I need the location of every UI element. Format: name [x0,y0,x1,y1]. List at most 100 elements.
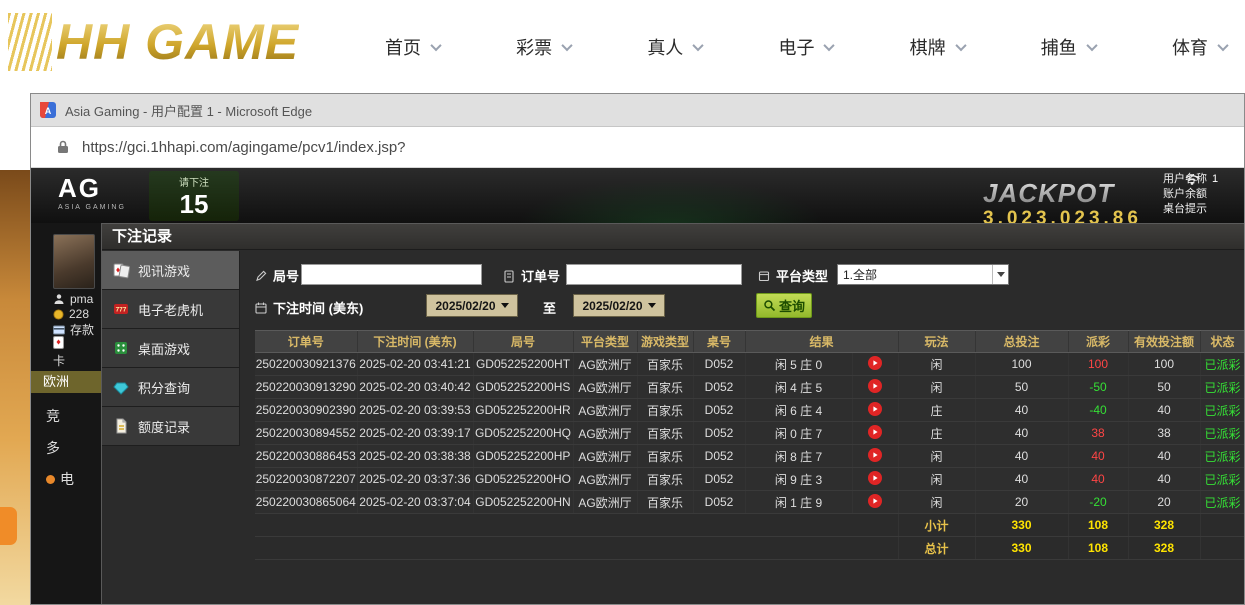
cell-game: 百家乐 [637,445,693,468]
total-bet: 330 [975,537,1068,560]
search-icon [763,299,776,312]
date-to-select[interactable]: 2025/02/20 [573,294,665,317]
edge-titlebar[interactable]: A Asia Gaming - 用户配置 1 - Microsoft Edge [31,94,1244,127]
play-icon[interactable] [868,402,882,416]
cell-bet: 20 [975,491,1068,514]
ag-logo-main: AG [58,175,126,201]
platform-type-value: 1.全部 [838,266,992,283]
nav-item-slots[interactable]: 电子 [778,34,833,60]
user-badge: 1 [1212,173,1218,185]
cell-status: 已派彩 [1200,353,1244,376]
cell-replay[interactable] [852,376,898,399]
play-icon[interactable] [868,356,882,370]
cell-play: 闲 [898,376,975,399]
nav-item-home[interactable]: 首页 [385,34,440,60]
sidebar-item-cards[interactable]: 卡 [53,352,65,369]
play-icon[interactable] [868,471,882,485]
cell-platform: AG欧洲厅 [573,445,637,468]
user-info-panel: 用户名称1 账户余额 桌台提示 [1163,172,1241,217]
floating-service-tab[interactable] [0,507,17,545]
play-icon[interactable] [868,379,882,393]
cell-game: 百家乐 [637,422,693,445]
nav-label: 体育 [1172,34,1208,60]
cell-game: 百家乐 [637,399,693,422]
menu-item-points-query[interactable]: 积分查询 [102,368,239,407]
sidebar-item-europe[interactable]: 欧洲 [31,371,101,393]
pencil-icon [254,269,268,283]
cell-replay[interactable] [852,399,898,422]
total-row: 总计 330 108 328 [255,537,1244,560]
cell-table: D052 [693,399,745,422]
table-row: 250220030921376 2025-02-20 03:41:21 GD05… [255,353,1244,376]
sidebar-item-jing[interactable]: 竞 [46,406,60,426]
cell-table: D052 [693,376,745,399]
triangle-down-icon [501,303,509,308]
cell-replay[interactable] [852,422,898,445]
sidebar-balance: 228 [53,307,89,321]
cell-replay[interactable] [852,491,898,514]
cell-valid: 40 [1128,445,1200,468]
play-icon[interactable] [868,494,882,508]
play-icon[interactable] [868,448,882,462]
cell-result: 闲 4 庄 5 [745,376,852,399]
cell-bet: 40 [975,468,1068,491]
round-number-input[interactable] [301,264,482,285]
query-button[interactable]: 查询 [756,293,812,318]
sidebar-item-dianzi[interactable]: 电 [46,469,74,489]
nav-label: 真人 [647,34,683,60]
order-number-label: 订单号 [502,266,560,285]
cell-time: 2025-02-20 03:40:42 [357,376,473,399]
col-valid: 有效投注额 [1128,331,1200,353]
cell-time: 2025-02-20 03:37:04 [357,491,473,514]
menu-item-slot-machines[interactable]: 777 电子老虎机 [102,290,239,329]
cell-replay[interactable] [852,445,898,468]
orange-dot-icon [46,475,55,484]
select-arrow[interactable] [992,265,1008,284]
nav-item-sports[interactable]: 体育 [1172,34,1227,60]
avatar [53,234,95,289]
slot-machine-icon: 777 [112,300,130,318]
table-row: 250220030913290 2025-02-20 03:40:42 GD05… [255,376,1244,399]
cell-table: D052 [693,491,745,514]
cell-order: 250220030886453 [255,445,357,468]
order-number-input[interactable] [566,264,742,285]
col-play: 玩法 [898,331,975,353]
cell-replay[interactable] [852,353,898,376]
url-text[interactable]: https://gci.1hhapi.com/agingame/pcv1/ind… [82,139,406,156]
play-icon[interactable] [868,425,882,439]
cell-payout: 38 [1068,422,1128,445]
triangle-down-icon [997,272,1005,277]
platform-type-select[interactable]: 1.全部 [837,264,1009,285]
panel-title: 下注记录 [102,224,1244,250]
col-status: 状态 [1200,331,1244,353]
menu-item-video-games[interactable]: 视讯游戏 [102,251,239,290]
chevron-down-icon [824,39,835,50]
cell-round: GD052252200HQ [473,422,573,445]
menu-item-table-games[interactable]: 桌面游戏 [102,329,239,368]
site-logo[interactable]: HH GAME [8,12,299,72]
menu-item-quota-records[interactable]: 额度记录 [102,407,239,446]
lock-icon[interactable] [55,139,71,155]
nav-label: 彩票 [516,34,552,60]
cell-payout: -50 [1068,376,1128,399]
nav-item-lottery[interactable]: 彩票 [516,34,571,60]
edge-urlbar[interactable]: https://gci.1hhapi.com/agingame/pcv1/ind… [31,127,1244,168]
date-from-select[interactable]: 2025/02/20 [426,294,518,317]
cell-play: 庄 [898,399,975,422]
cell-game: 百家乐 [637,491,693,514]
total-valid: 328 [1128,537,1200,560]
document-icon [112,417,130,435]
nav-item-chess[interactable]: 棋牌 [910,34,965,60]
sidebar-card-icon-row[interactable] [53,336,64,349]
table-body: 250220030921376 2025-02-20 03:41:21 GD05… [255,353,1244,560]
cell-round: GD052252200HS [473,376,573,399]
bet-countdown: 请下注 15 [149,171,239,221]
subtotal-row: 小计 330 108 328 [255,514,1244,537]
nav-item-live[interactable]: 真人 [647,34,702,60]
nav-item-fishing[interactable]: 捕鱼 [1041,34,1096,60]
sidebar-item-duo[interactable]: 多 [46,438,60,458]
cell-replay[interactable] [852,468,898,491]
cell-order: 250220030913290 [255,376,357,399]
cell-valid: 40 [1128,468,1200,491]
cell-time: 2025-02-20 03:39:53 [357,399,473,422]
